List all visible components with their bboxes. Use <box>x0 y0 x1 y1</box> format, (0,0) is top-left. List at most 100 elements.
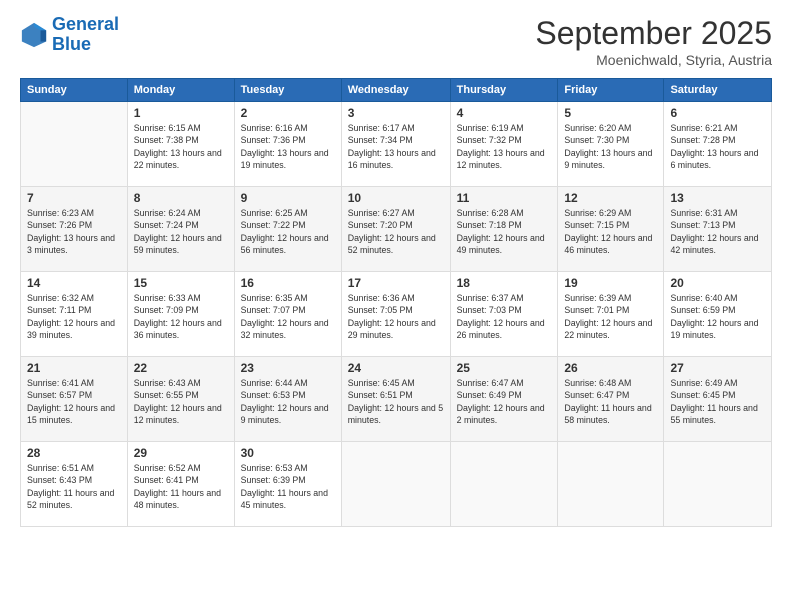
table-row: 12Sunrise: 6:29 AMSunset: 7:15 PMDayligh… <box>558 187 664 272</box>
col-saturday: Saturday <box>664 79 772 102</box>
col-tuesday: Tuesday <box>234 79 341 102</box>
table-row: 17 Sunrise: 6:36 AMSunset: 7:05 PMDayligh… <box>341 272 450 357</box>
logo-icon <box>20 21 48 49</box>
day-number: 17 <box>348 276 444 290</box>
col-thursday: Thursday <box>450 79 558 102</box>
day-info: Sunrise: 6:41 AMSunset: 6:57 PMDaylight:… <box>27 377 121 426</box>
day-number: 1 <box>134 106 228 120</box>
table-row: 10 Sunrise: 6:27 AMSunset: 7:20 PMDayligh… <box>341 187 450 272</box>
table-row: 18 Sunrise: 6:37 AMSunset: 7:03 PMDayligh… <box>450 272 558 357</box>
month-title: September 2025 <box>535 15 772 52</box>
day-info: Sunrise: 6:40 AMSunset: 6:59 PMDaylight:… <box>670 292 765 341</box>
day-number: 16 <box>241 276 335 290</box>
col-friday: Friday <box>558 79 664 102</box>
day-info: Sunrise: 6:21 AMSunset: 7:28 PMDaylight:… <box>670 122 765 171</box>
day-info: Sunrise: 6:36 AMSunset: 7:05 PMDaylight:… <box>348 292 444 341</box>
day-info: Sunrise: 6:51 AMSunset: 6:43 PMDaylight:… <box>27 462 121 511</box>
table-row: 3 Sunrise: 6:17 AMSunset: 7:34 PMDaylight… <box>341 102 450 187</box>
table-row: 23Sunrise: 6:44 AMSunset: 6:53 PMDayligh… <box>234 357 341 442</box>
day-info: Sunrise: 6:45 AMSunset: 6:51 PMDaylight:… <box>348 377 444 426</box>
day-info: Sunrise: 6:33 AMSunset: 7:09 PMDaylight:… <box>134 292 228 341</box>
table-row: 21 Sunrise: 6:41 AMSunset: 6:57 PMDayligh… <box>21 357 128 442</box>
calendar-week-5: 28 Sunrise: 6:51 AMSunset: 6:43 PMDayligh… <box>21 442 772 527</box>
day-number: 19 <box>564 276 657 290</box>
day-info: Sunrise: 6:37 AMSunset: 7:03 PMDaylight:… <box>457 292 552 341</box>
day-info: Sunrise: 6:20 AMSunset: 7:30 PMDaylight:… <box>564 122 657 171</box>
day-number: 2 <box>241 106 335 120</box>
calendar-header-row: Sunday Monday Tuesday Wednesday Thursday… <box>21 79 772 102</box>
col-sunday: Sunday <box>21 79 128 102</box>
table-row: 19 Sunrise: 6:39 AMSunset: 7:01 PMDayligh… <box>558 272 664 357</box>
table-row: 15 Sunrise: 6:33 AMSunset: 7:09 PMDayligh… <box>127 272 234 357</box>
day-info: Sunrise: 6:19 AMSunset: 7:32 PMDaylight:… <box>457 122 552 171</box>
day-info: Sunrise: 6:32 AMSunset: 7:11 PMDaylight:… <box>27 292 121 341</box>
day-number: 3 <box>348 106 444 120</box>
day-number: 25 <box>457 361 552 375</box>
day-info: Sunrise: 6:31 AMSunset: 7:13 PMDaylight:… <box>670 207 765 256</box>
table-row: 27 Sunrise: 6:49 AMSunset: 6:45 PMDayligh… <box>664 357 772 442</box>
day-number: 13 <box>670 191 765 205</box>
calendar-week-3: 14Sunrise: 6:32 AMSunset: 7:11 PMDayligh… <box>21 272 772 357</box>
table-row: 24 Sunrise: 6:45 AMSunset: 6:51 PMDayligh… <box>341 357 450 442</box>
table-row: 25 Sunrise: 6:47 AMSunset: 6:49 PMDayligh… <box>450 357 558 442</box>
day-info: Sunrise: 6:15 AMSunset: 7:38 PMDaylight:… <box>134 122 228 171</box>
table-row: 5 Sunrise: 6:20 AMSunset: 7:30 PMDaylight… <box>558 102 664 187</box>
calendar-week-1: 1 Sunrise: 6:15 AMSunset: 7:38 PMDaylight… <box>21 102 772 187</box>
day-info: Sunrise: 6:28 AMSunset: 7:18 PMDaylight:… <box>457 207 552 256</box>
calendar: Sunday Monday Tuesday Wednesday Thursday… <box>20 78 772 527</box>
day-number: 15 <box>134 276 228 290</box>
table-row <box>664 442 772 527</box>
day-number: 5 <box>564 106 657 120</box>
col-monday: Monday <box>127 79 234 102</box>
table-row: 16 Sunrise: 6:35 AMSunset: 7:07 PMDayligh… <box>234 272 341 357</box>
table-row: 1 Sunrise: 6:15 AMSunset: 7:38 PMDaylight… <box>127 102 234 187</box>
day-info: Sunrise: 6:39 AMSunset: 7:01 PMDaylight:… <box>564 292 657 341</box>
day-number: 21 <box>27 361 121 375</box>
table-row: 26Sunrise: 6:48 AMSunset: 6:47 PMDayligh… <box>558 357 664 442</box>
day-info: Sunrise: 6:43 AMSunset: 6:55 PMDaylight:… <box>134 377 228 426</box>
day-info: Sunrise: 6:17 AMSunset: 7:34 PMDaylight:… <box>348 122 444 171</box>
table-row: 11 Sunrise: 6:28 AMSunset: 7:18 PMDayligh… <box>450 187 558 272</box>
day-info: Sunrise: 6:47 AMSunset: 6:49 PMDaylight:… <box>457 377 552 426</box>
day-info: Sunrise: 6:16 AMSunset: 7:36 PMDaylight:… <box>241 122 335 171</box>
table-row <box>558 442 664 527</box>
day-info: Sunrise: 6:44 AMSunset: 6:53 PMDaylight:… <box>241 377 335 426</box>
table-row: 22 Sunrise: 6:43 AMSunset: 6:55 PMDayligh… <box>127 357 234 442</box>
day-number: 22 <box>134 361 228 375</box>
table-row: 9Sunrise: 6:25 AMSunset: 7:22 PMDaylight… <box>234 187 341 272</box>
day-info: Sunrise: 6:27 AMSunset: 7:20 PMDaylight:… <box>348 207 444 256</box>
table-row <box>21 102 128 187</box>
day-number: 7 <box>27 191 121 205</box>
calendar-week-4: 21 Sunrise: 6:41 AMSunset: 6:57 PMDayligh… <box>21 357 772 442</box>
logo-text: General Blue <box>52 15 119 55</box>
day-info: Sunrise: 6:35 AMSunset: 7:07 PMDaylight:… <box>241 292 335 341</box>
table-row: 14Sunrise: 6:32 AMSunset: 7:11 PMDayligh… <box>21 272 128 357</box>
day-number: 29 <box>134 446 228 460</box>
day-info: Sunrise: 6:23 AMSunset: 7:26 PMDaylight:… <box>27 207 121 256</box>
header: General Blue September 2025 Moenichwald,… <box>20 15 772 68</box>
table-row <box>341 442 450 527</box>
day-info: Sunrise: 6:49 AMSunset: 6:45 PMDaylight:… <box>670 377 765 426</box>
day-number: 27 <box>670 361 765 375</box>
day-info: Sunrise: 6:24 AMSunset: 7:24 PMDaylight:… <box>134 207 228 256</box>
day-number: 18 <box>457 276 552 290</box>
day-number: 28 <box>27 446 121 460</box>
table-row: 29 Sunrise: 6:52 AMSunset: 6:41 PMDayligh… <box>127 442 234 527</box>
table-row: 7 Sunrise: 6:23 AMSunset: 7:26 PMDaylight… <box>21 187 128 272</box>
day-number: 30 <box>241 446 335 460</box>
table-row: 8 Sunrise: 6:24 AMSunset: 7:24 PMDaylight… <box>127 187 234 272</box>
day-number: 12 <box>564 191 657 205</box>
day-number: 11 <box>457 191 552 205</box>
table-row: 6Sunrise: 6:21 AMSunset: 7:28 PMDaylight… <box>664 102 772 187</box>
day-number: 24 <box>348 361 444 375</box>
table-row: 20Sunrise: 6:40 AMSunset: 6:59 PMDayligh… <box>664 272 772 357</box>
day-info: Sunrise: 6:52 AMSunset: 6:41 PMDaylight:… <box>134 462 228 511</box>
table-row: 4 Sunrise: 6:19 AMSunset: 7:32 PMDaylight… <box>450 102 558 187</box>
day-number: 8 <box>134 191 228 205</box>
day-info: Sunrise: 6:53 AMSunset: 6:39 PMDaylight:… <box>241 462 335 511</box>
day-number: 4 <box>457 106 552 120</box>
table-row: 30 Sunrise: 6:53 AMSunset: 6:39 PMDayligh… <box>234 442 341 527</box>
table-row: 2 Sunrise: 6:16 AMSunset: 7:36 PMDaylight… <box>234 102 341 187</box>
table-row: 28 Sunrise: 6:51 AMSunset: 6:43 PMDayligh… <box>21 442 128 527</box>
day-number: 10 <box>348 191 444 205</box>
